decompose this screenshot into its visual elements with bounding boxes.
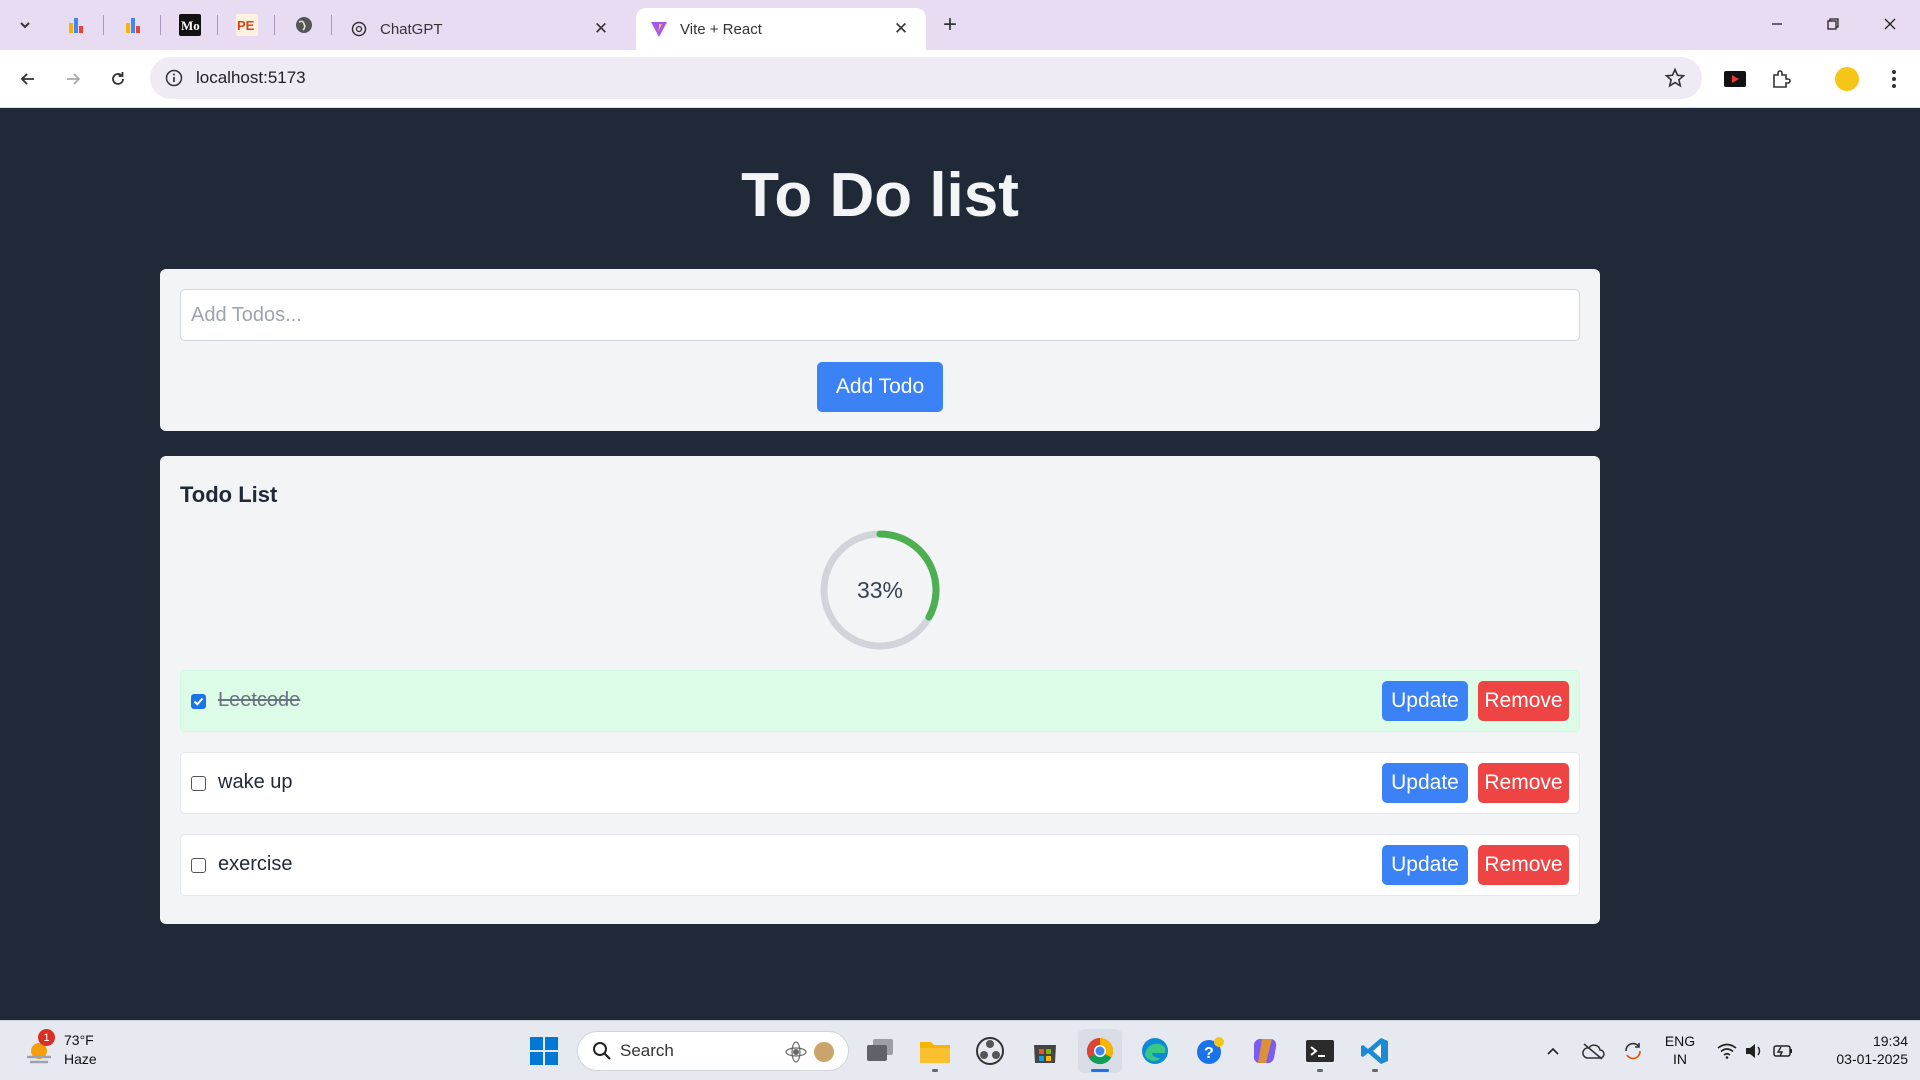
pinned-tab-pe-icon[interactable]: PE (227, 10, 267, 40)
bookmark-star-icon[interactable] (1664, 67, 1686, 89)
todo-list-title: Todo List (180, 482, 278, 507)
add-todo-button[interactable]: Add Todo (817, 362, 943, 412)
todo-text: Leetcode (218, 689, 301, 711)
clock-time: 19:34 (1872, 1033, 1908, 1049)
menu-kebab-icon[interactable] (1878, 63, 1910, 95)
wifi-icon[interactable] (1715, 1039, 1739, 1063)
obs-studio-icon[interactable] (968, 1029, 1012, 1073)
page-title: To Do list (741, 161, 1019, 230)
taskbar-search[interactable]: Search (577, 1031, 849, 1071)
back-icon[interactable] (12, 63, 44, 95)
search-highlight-icon (785, 1041, 834, 1063)
site-info-icon[interactable] (164, 68, 184, 88)
todo-checkbox[interactable] (191, 694, 206, 709)
weather-temperature: 73°F (64, 1032, 94, 1048)
todo-item: exercise Update Remove (180, 834, 1580, 896)
remove-button[interactable]: Remove (1478, 845, 1569, 885)
todo-item: wake up Update Remove (180, 752, 1580, 814)
svg-text:PE: PE (237, 18, 255, 33)
app-page: To Do list Add Todo Todo List 33% Leetco… (0, 108, 1920, 1020)
minimize-icon[interactable] (1754, 8, 1800, 40)
todo-checkbox[interactable] (191, 776, 206, 791)
chatgpt-icon (350, 20, 368, 38)
update-button[interactable]: Update (1382, 681, 1468, 721)
update-button[interactable]: Update (1382, 763, 1468, 803)
tab-title: ChatGPT (380, 20, 443, 38)
chevron-up-icon[interactable] (1541, 1039, 1565, 1063)
forward-icon[interactable] (57, 63, 89, 95)
svg-text:Mo: Mo (181, 18, 200, 33)
tab-search-chevron-icon[interactable] (10, 11, 40, 39)
copilot-icon[interactable] (1243, 1029, 1287, 1073)
progress-percent: 33% (856, 576, 904, 603)
url-text: localhost:5173 (196, 68, 306, 87)
pinned-tab-analytics-icon[interactable] (113, 10, 153, 40)
profile-avatar[interactable] (1831, 63, 1863, 95)
close-tab-icon[interactable]: ✕ (890, 18, 912, 40)
todo-text: wake up (218, 771, 293, 793)
task-view-icon[interactable] (858, 1029, 902, 1073)
close-window-icon[interactable] (1867, 8, 1913, 40)
file-explorer-icon[interactable] (913, 1029, 957, 1073)
tab-chatgpt[interactable]: ChatGPT ✕ (336, 8, 626, 50)
reload-icon[interactable] (102, 63, 134, 95)
vite-icon (650, 20, 668, 38)
close-tab-icon[interactable]: ✕ (590, 18, 612, 40)
search-label: Search (620, 1041, 674, 1060)
new-tab-button[interactable]: + (935, 11, 965, 39)
clock[interactable]: 19:34 03-01-2025 (1808, 1032, 1908, 1068)
tab-vite-react[interactable]: Vite + React ✕ (636, 8, 926, 50)
add-todo-input[interactable] (180, 289, 1580, 341)
terminal-icon[interactable] (1298, 1029, 1342, 1073)
pinned-tab-globe-icon[interactable] (284, 10, 324, 40)
todo-list-card: Todo List 33% Leetcode Update Remove wak… (160, 456, 1600, 924)
remove-button[interactable]: Remove (1478, 681, 1569, 721)
region-code: IN (1673, 1051, 1687, 1067)
get-help-icon[interactable]: ? (1188, 1029, 1232, 1073)
add-todo-card: Add Todo (160, 269, 1600, 431)
todo-checkbox[interactable] (191, 858, 206, 873)
start-windows-icon[interactable] (522, 1029, 566, 1073)
svg-text:?: ? (1204, 1045, 1214, 1062)
language-code: ENG (1664, 1033, 1696, 1049)
weather-condition: Haze (64, 1051, 97, 1067)
microsoft-store-icon[interactable] (1023, 1029, 1067, 1073)
todo-item: Leetcode Update Remove (180, 670, 1580, 732)
vscode-icon[interactable] (1353, 1029, 1397, 1073)
restore-icon[interactable] (1810, 8, 1856, 40)
clock-date: 03-01-2025 (1836, 1051, 1908, 1067)
update-button[interactable]: Update (1382, 845, 1468, 885)
chrome-icon[interactable] (1078, 1029, 1122, 1073)
tab-title: Vite + React (680, 20, 762, 38)
todo-text: exercise (218, 853, 293, 875)
browser-toolbar: localhost:5173 (0, 50, 1920, 108)
browser-tab-strip: Mo PE ChatGPT ✕ Vite + React ✕ + (0, 0, 1920, 50)
pinned-tab-medium-icon[interactable]: Mo (170, 10, 210, 40)
battery-icon[interactable] (1770, 1039, 1794, 1063)
sync-icon[interactable] (1621, 1039, 1645, 1063)
notification-badge: 1 (38, 1029, 55, 1046)
youtube-extension-icon[interactable] (1719, 63, 1751, 95)
weather-widget[interactable]: 1 73°F Haze (22, 1029, 132, 1071)
search-icon (593, 1042, 611, 1060)
language-indicator[interactable]: ENG IN (1660, 1032, 1700, 1068)
volume-icon[interactable] (1742, 1039, 1766, 1063)
address-bar[interactable]: localhost:5173 (150, 57, 1702, 99)
pinned-tab-analytics-icon[interactable] (56, 10, 96, 40)
remove-button[interactable]: Remove (1478, 763, 1569, 803)
windows-taskbar: 1 73°F Haze Search ? ENG IN 19:34 03-01-… (0, 1020, 1920, 1080)
edge-icon[interactable] (1133, 1029, 1177, 1073)
extensions-puzzle-icon[interactable] (1765, 63, 1797, 95)
onedrive-cloud-icon[interactable] (1581, 1039, 1605, 1063)
